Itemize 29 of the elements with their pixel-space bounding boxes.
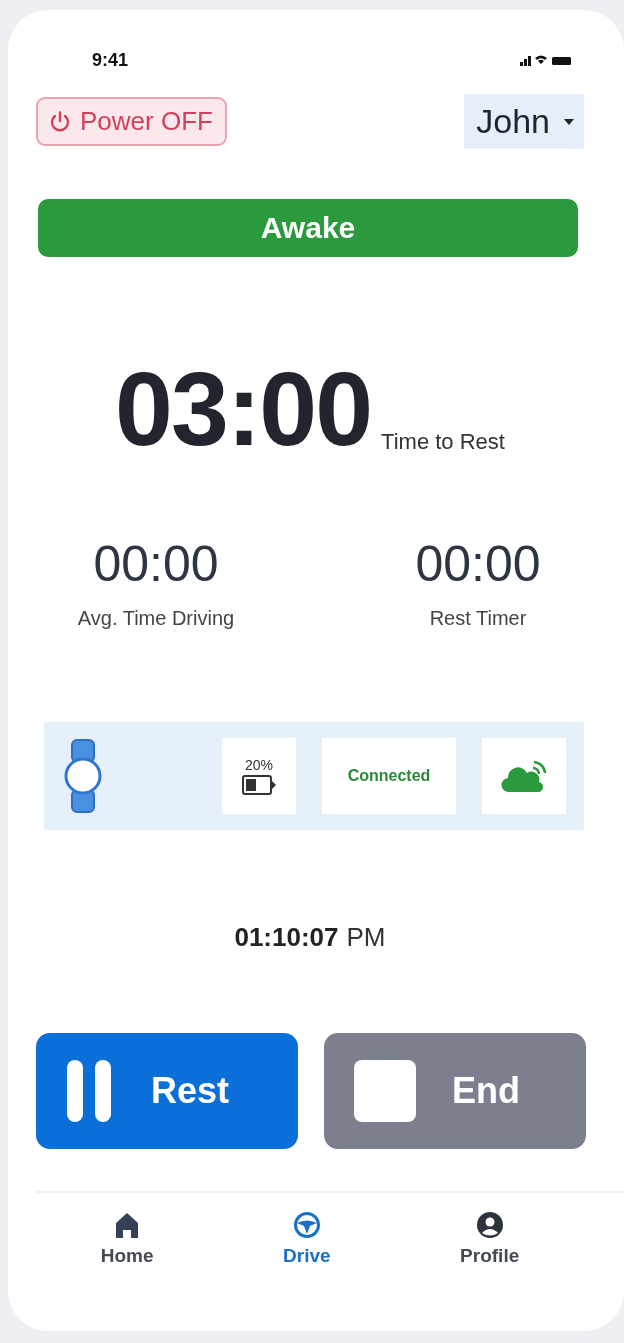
- steering-wheel-icon: [292, 1211, 321, 1239]
- power-off-button[interactable]: Power OFF: [36, 97, 227, 146]
- pause-icon: [66, 1059, 112, 1123]
- timer-label: Rest Timer: [429, 607, 527, 630]
- status-time: 9:41: [92, 49, 129, 71]
- profile-tab[interactable]: Profile: [452, 1207, 528, 1271]
- drive-tab[interactable]: Drive: [275, 1207, 339, 1271]
- countdown-timer: 03:00: [115, 357, 372, 461]
- timer-label: Avg. Time Driving: [77, 607, 235, 630]
- end-button[interactable]: End: [324, 1033, 586, 1149]
- cloud-signal-icon: [501, 758, 547, 794]
- stop-icon: [354, 1060, 416, 1122]
- power-icon: [48, 109, 72, 134]
- clock-period: PM: [346, 922, 386, 953]
- rest-button[interactable]: Rest: [36, 1033, 298, 1149]
- user-dropdown[interactable]: John: [464, 94, 584, 149]
- timer-value: 00:00: [415, 539, 541, 589]
- connection-status: Connected: [347, 767, 431, 785]
- status-banner: Awake: [38, 199, 578, 257]
- home-tab[interactable]: Home: [92, 1207, 162, 1271]
- status-icons: [520, 53, 572, 67]
- clock-time: 01:10:07: [234, 922, 339, 953]
- timer-label: Time to Rest: [381, 429, 505, 455]
- battery-percent: 20%: [245, 757, 273, 773]
- profile-icon: [475, 1211, 504, 1239]
- battery-icon: [242, 775, 276, 795]
- caret-icon: [564, 117, 574, 126]
- timer-value: 00:00: [93, 539, 219, 589]
- watch-icon: [64, 739, 102, 813]
